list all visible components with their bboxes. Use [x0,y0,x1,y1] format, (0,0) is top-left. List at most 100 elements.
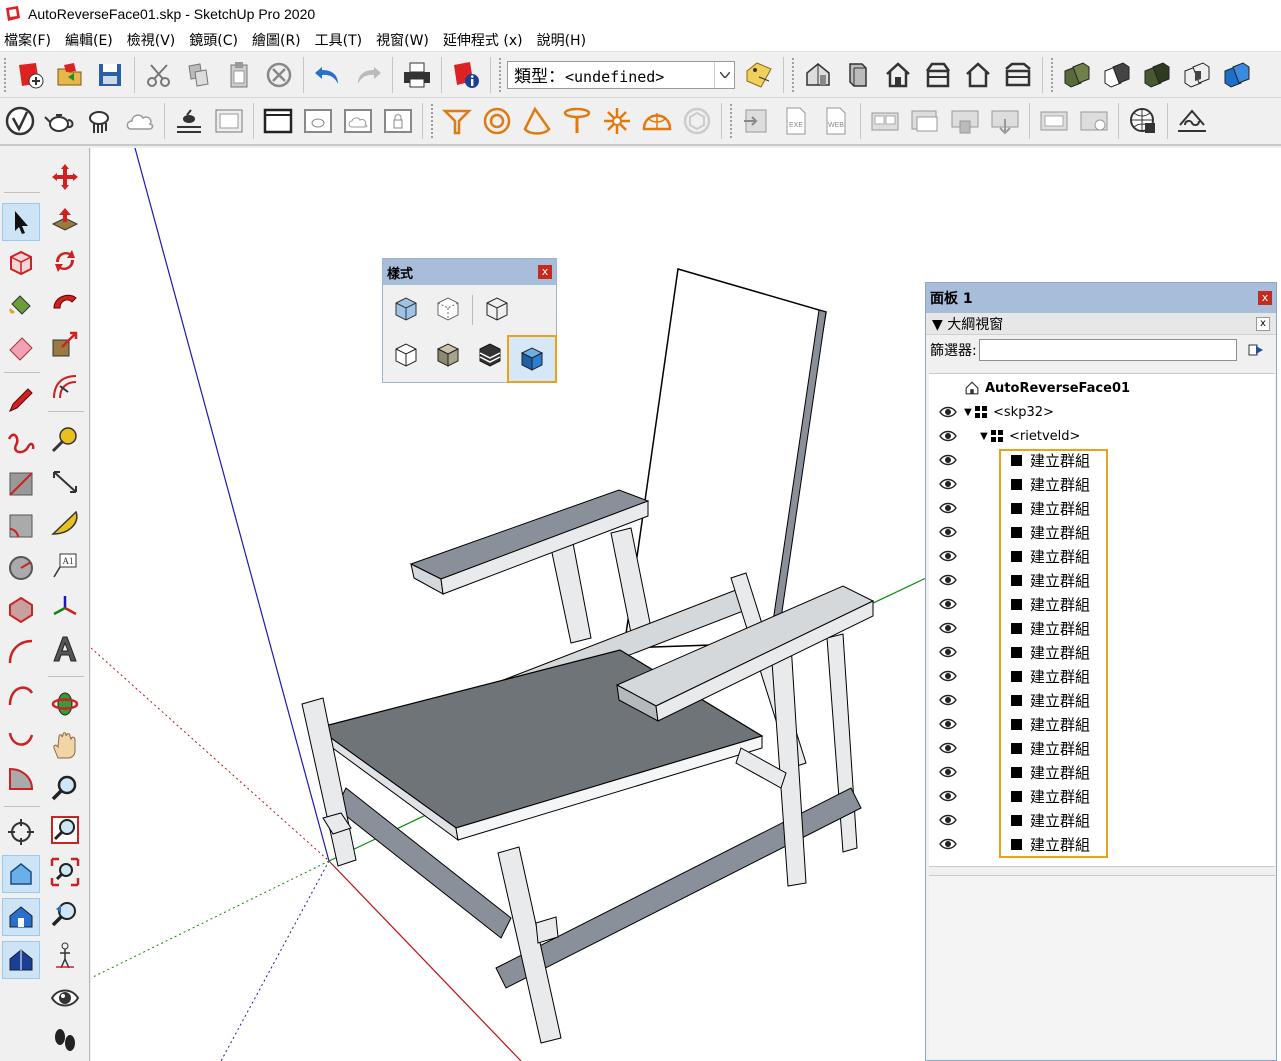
tree-row-group[interactable]: 建立群組 [939,712,1090,736]
outliner-tree[interactable]: AutoReverseFace01 ▼ <skp32> ▼ <rietveld>… [929,373,1275,867]
eraser-tool[interactable] [2,328,40,366]
view-right-button[interactable] [918,55,958,95]
expand-triangle-icon[interactable]: ▼ [977,431,991,442]
tree-row-group[interactable]: 建立群組 [939,544,1090,568]
cloud-button[interactable] [120,101,160,141]
burst-button[interactable] [597,101,637,141]
circle-tool[interactable] [2,549,40,587]
two-point-arc-tool[interactable] [2,675,40,713]
tree-row-group[interactable]: 建立群組 [939,448,1090,472]
tree-row-group[interactable]: 建立群組 [939,592,1090,616]
freehand-tool[interactable] [2,423,40,461]
render-button-3[interactable] [945,101,985,141]
tree-row-group[interactable]: 建立群組 [939,496,1090,520]
eye-icon[interactable] [939,454,957,466]
eye-icon[interactable] [939,502,957,514]
tree-row-group[interactable]: 建立群組 [939,664,1090,688]
wireframe-style-button[interactable] [479,291,515,327]
chair-rail-bottom[interactable] [495,787,862,989]
rotate-tool[interactable] [46,242,84,280]
cloud-frame-button[interactable] [338,101,378,141]
section-plane-button[interactable] [437,101,477,141]
styles-panel-header[interactable]: 樣式 x [383,259,556,285]
toolbar-grip[interactable] [430,103,434,139]
paint-bucket-tool[interactable] [2,286,40,324]
chair-leg-back-left[interactable] [550,542,592,644]
tree-row-group[interactable]: 建立群組 [939,520,1090,544]
polygon-tool[interactable] [2,591,40,629]
cone-button[interactable] [517,101,557,141]
model-info-button[interactable] [446,55,486,95]
hidden-line-style-button[interactable] [388,337,424,373]
outliner-close-button[interactable]: x [1256,316,1270,331]
toolbar-grip[interactable] [791,56,795,93]
window-button[interactable] [258,101,298,141]
toolbar-grip[interactable] [3,56,7,93]
tree-row-group[interactable]: 建立群組 [939,832,1090,856]
x-ray-style-button[interactable] [388,291,424,327]
arc-tool[interactable] [2,633,40,671]
shaded-style-button[interactable] [430,337,466,373]
toolbar-grip[interactable] [498,56,502,93]
view-left-button[interactable] [998,55,1038,95]
tree-row-group[interactable]: 建立群組 [939,784,1090,808]
export-web-button[interactable]: WEB [816,101,856,141]
previous-view-tool[interactable] [46,895,84,933]
push-pull-tool[interactable] [46,200,84,238]
tree-row-group[interactable]: 建立群組 [939,736,1090,760]
toolbar-grip[interactable] [729,103,733,139]
scene-button[interactable] [209,101,249,141]
render-button-2[interactable] [905,101,945,141]
lock-frame-button[interactable] [378,101,418,141]
scale-tool[interactable] [46,326,84,364]
print-button[interactable] [397,55,437,95]
view-front-button[interactable] [878,55,918,95]
menu-extensions[interactable]: 延伸程式 (x) [443,30,523,50]
view-top-button[interactable] [838,55,878,95]
geo-location-button[interactable] [1123,101,1163,141]
trim-button[interactable] [1137,55,1177,95]
filter-input[interactable] [978,339,1237,361]
render-button-6[interactable] [1074,101,1114,141]
outliner-header[interactable]: ▼ 大綱視窗 x [926,313,1276,335]
paste-button[interactable] [219,55,259,95]
solid-inspector-button[interactable] [0,101,40,141]
eye-icon[interactable] [939,430,957,442]
expand-triangle-icon[interactable]: ▼ [961,407,975,418]
menu-view[interactable]: 檢視(V) [127,30,176,50]
view-house-tool[interactable] [2,898,40,936]
eye-icon[interactable] [939,526,957,538]
menu-draw[interactable]: 繪圖(R) [252,30,301,50]
offset-tool[interactable] [46,368,84,406]
walk-tool[interactable] [46,937,84,975]
toolbar-grip[interactable] [1050,56,1054,93]
cut-button[interactable] [139,55,179,95]
eye-icon[interactable] [939,694,957,706]
eye-icon[interactable] [939,574,957,586]
tree-row-group[interactable]: 建立群組 [939,616,1090,640]
render-button-5[interactable] [1034,101,1074,141]
union-button[interactable] [1057,55,1097,95]
textured-style-button[interactable] [472,337,508,373]
geodesic-button[interactable] [677,101,717,141]
footprints-tool[interactable] [46,1021,84,1059]
erase-button[interactable] [259,55,299,95]
chair-backrest[interactable] [623,268,827,649]
eye-icon[interactable] [939,646,957,658]
menu-camera[interactable]: 鏡頭(C) [189,30,238,50]
eye-icon[interactable] [939,550,957,562]
protractor-tool[interactable] [46,504,84,542]
teapot-button[interactable] [40,101,80,141]
type-selector[interactable]: 類型：<undefined> [507,60,735,89]
eye-icon[interactable] [939,790,957,802]
position-camera-tool[interactable] [2,813,40,851]
axes-tool[interactable] [46,588,84,626]
move-tool[interactable] [46,158,84,196]
follow-me-tool[interactable] [46,284,84,322]
render-button-1[interactable] [865,101,905,141]
tree-row-group[interactable]: 建立群組 [939,640,1090,664]
save-button[interactable] [90,55,130,95]
eye-icon[interactable] [939,838,957,850]
rotated-rectangle-tool[interactable] [2,507,40,545]
tree-row-group[interactable]: 建立群組 [939,688,1090,712]
